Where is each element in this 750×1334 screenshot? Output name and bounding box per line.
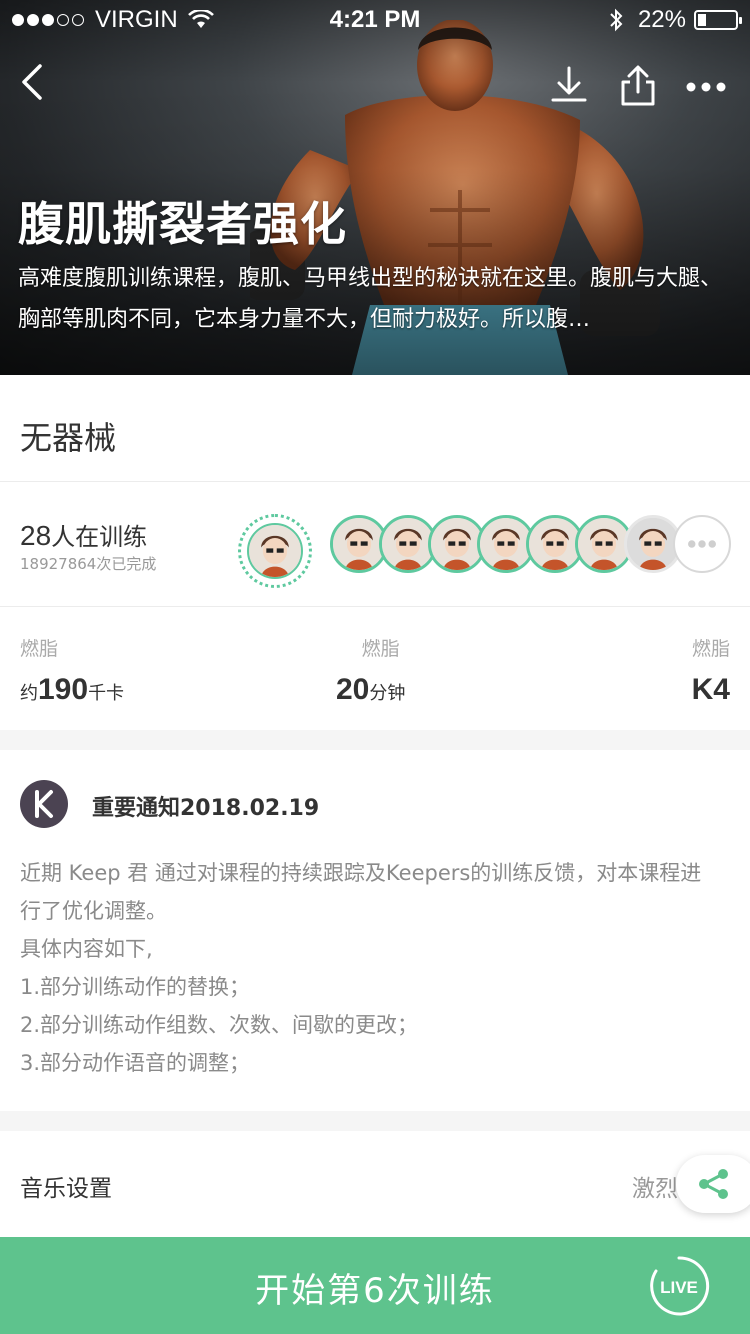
stats-section: 燃脂 约190千卡 燃脂 20分钟 燃脂 K4 xyxy=(0,608,750,730)
share-fab-icon xyxy=(699,1169,728,1199)
share-fab-button[interactable] xyxy=(676,1155,750,1213)
notice-body: 近期 Keep 君 通过对课程的持续跟踪及Keepers的训练反馈，对本课程进行… xyxy=(20,854,720,1082)
music-settings-label: 音乐设置 xyxy=(20,1176,112,1202)
stat-value: K4 xyxy=(691,673,730,706)
music-settings-row[interactable]: 音乐设置 激烈 xyxy=(0,1131,750,1237)
download-icon[interactable] xyxy=(548,64,590,108)
notice-line: 2.部分训练动作组数、次数、间歇的更改； xyxy=(20,1013,419,1037)
equipment-label: 无器械 xyxy=(20,419,117,457)
stat-label: 燃脂 xyxy=(691,638,730,660)
battery-percent: 22% xyxy=(637,6,686,33)
stat-prefix: 约 xyxy=(20,683,38,704)
course-title: 腹肌撕裂者强化 xyxy=(18,197,347,251)
stat-value: 190 xyxy=(38,673,89,706)
avatar xyxy=(247,523,303,579)
trainers-section[interactable]: 28人在训练 18927864次已完成 xyxy=(0,483,750,607)
more-icon[interactable] xyxy=(684,70,728,104)
battery-level xyxy=(698,14,706,26)
completed-count: 18927864次已完成 xyxy=(20,555,157,573)
course-description[interactable]: 高难度腹肌训练课程，腹肌、马甲线出型的秘诀就在这里。腹肌与大腿、胸部等肌肉不同，… xyxy=(18,258,738,340)
current-user-avatar[interactable] xyxy=(238,514,312,588)
trainers-count-suffix: 人在训练 xyxy=(51,523,148,551)
notice-title: 重要通知2018.02.19 xyxy=(92,796,320,821)
notice-line: 近期 Keep 君 通过对课程的持续跟踪及Keepers的训练反馈，对本课程进行… xyxy=(20,861,702,923)
divider xyxy=(0,1111,750,1131)
stat-unit: 千卡 xyxy=(88,683,125,704)
notice-line: 3.部分动作语音的调整； xyxy=(20,1051,251,1075)
battery-icon xyxy=(694,10,742,30)
notice-line: 1.部分训练动作的替换； xyxy=(20,975,251,999)
share-icon[interactable] xyxy=(618,64,658,108)
stat-label: 燃脂 xyxy=(20,638,59,660)
ellipsis-icon xyxy=(688,540,716,548)
stat-unit: 分钟 xyxy=(369,683,406,704)
music-settings-value: 激烈 xyxy=(632,1176,678,1202)
keep-logo-icon xyxy=(20,780,68,828)
live-icon[interactable]: LIVE xyxy=(648,1255,710,1317)
divider xyxy=(0,730,750,750)
back-icon[interactable] xyxy=(14,60,54,104)
start-training-bar[interactable]: 开始第6次训练 LIVE xyxy=(0,1237,750,1334)
stat-level: 燃脂 K4 xyxy=(692,634,730,707)
live-label: LIVE xyxy=(660,1278,698,1297)
bluetooth-icon xyxy=(610,8,623,32)
start-training-button[interactable]: 开始第6次训练 xyxy=(0,1263,750,1312)
stat-duration: 燃脂 20分钟 xyxy=(336,634,405,707)
trainers-count-number: 28 xyxy=(20,520,52,551)
trainer-avatar-list[interactable] xyxy=(330,515,740,575)
stat-value: 20 xyxy=(336,673,370,706)
hero-banner: VIRGIN 4:21 PM 22% 腹肌撕裂者强化 高难度腹肌训练课程，腹肌、… xyxy=(0,0,750,375)
stat-label: 燃脂 xyxy=(361,638,400,660)
notice-section: 重要通知2018.02.19 近期 Keep 君 通过对课程的持续跟踪及Keep… xyxy=(0,750,750,1111)
trainers-count: 28人在训练 xyxy=(20,517,147,552)
equipment-section: 无器械 xyxy=(0,375,750,482)
status-bar: VIRGIN 4:21 PM 22% xyxy=(0,0,750,40)
more-trainers-button[interactable] xyxy=(673,515,731,573)
stat-calories: 燃脂 约190千卡 xyxy=(20,634,124,707)
notice-line: 具体内容如下, xyxy=(20,937,153,961)
